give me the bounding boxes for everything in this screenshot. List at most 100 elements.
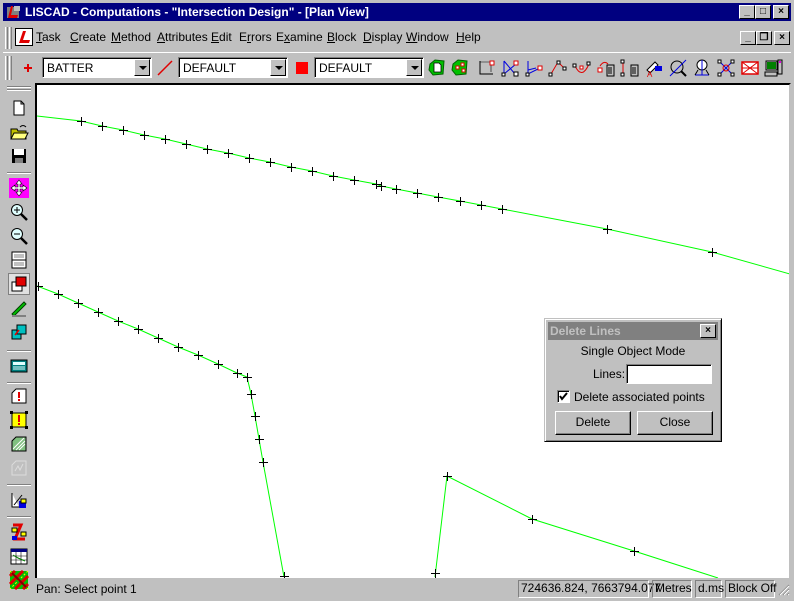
survey-point-marker[interactable] — [392, 185, 401, 194]
menu-display[interactable]: Display — [363, 30, 402, 44]
survey-point-marker[interactable] — [194, 351, 203, 360]
survey-point-marker[interactable] — [134, 325, 143, 334]
survey-point-marker[interactable] — [603, 225, 612, 234]
survey-point-marker[interactable] — [233, 369, 242, 378]
survey-point-marker[interactable] — [431, 569, 440, 578]
graph-icon[interactable] — [9, 546, 29, 566]
levels-icon[interactable] — [9, 522, 29, 542]
copy-objects-icon[interactable] — [9, 322, 29, 342]
survey-point-marker[interactable] — [259, 458, 268, 467]
mdi-close-button[interactable]: × — [774, 31, 790, 45]
line-style-select[interactable]: DEFAULT — [178, 57, 288, 78]
survey-point-marker[interactable] — [245, 154, 254, 163]
survey-point-marker[interactable] — [74, 299, 83, 308]
survey-point-marker[interactable] — [94, 308, 103, 317]
inverse-icon[interactable] — [692, 58, 712, 78]
survey-point-marker[interactable] — [243, 373, 252, 382]
survey-point-marker[interactable] — [477, 201, 486, 210]
design-tool-icon[interactable] — [9, 490, 29, 510]
error-icon[interactable] — [9, 386, 29, 406]
calculator-icon[interactable] — [9, 356, 29, 376]
survey-point-marker[interactable] — [443, 472, 452, 481]
dialog-close-button[interactable]: × — [700, 324, 716, 338]
delete-point-icon[interactable] — [596, 58, 616, 78]
save-icon[interactable] — [9, 146, 29, 166]
toolbar-grip[interactable] — [7, 89, 31, 91]
survey-point-marker[interactable] — [182, 140, 191, 149]
new-point-file-icon[interactable] — [427, 58, 447, 78]
survey-point-marker[interactable] — [456, 197, 465, 206]
toolbar-grip[interactable] — [5, 56, 8, 80]
road-edge-line-south[interactable] — [434, 475, 719, 578]
survey-point-marker[interactable] — [372, 180, 381, 189]
lines-input[interactable] — [626, 364, 712, 384]
computer-icon[interactable] — [764, 58, 784, 78]
menu-create[interactable]: Create — [70, 30, 106, 44]
survey-point-marker[interactable] — [203, 145, 212, 154]
survey-point-marker[interactable] — [161, 135, 170, 144]
survey-point-marker[interactable] — [154, 334, 163, 343]
pan-icon[interactable] — [9, 178, 29, 198]
survey-point-marker[interactable] — [251, 412, 260, 421]
delete-button[interactable]: Delete — [555, 411, 631, 435]
toolbar-grip[interactable] — [9, 56, 12, 80]
menu-block[interactable]: Block — [327, 30, 356, 44]
menu-method[interactable]: Method — [111, 30, 151, 44]
survey-point-marker[interactable] — [224, 149, 233, 158]
survey-point-marker[interactable] — [434, 193, 443, 202]
zoom-in-icon[interactable] — [9, 202, 29, 222]
survey-point-marker[interactable] — [280, 572, 289, 578]
survey-point-marker[interactable] — [708, 248, 717, 257]
chevron-down-icon[interactable] — [270, 59, 286, 76]
survey-point-marker[interactable] — [266, 158, 275, 167]
delete-all-icon[interactable] — [740, 58, 760, 78]
survey-point-marker[interactable] — [77, 117, 86, 126]
survey-point-marker[interactable] — [114, 317, 123, 326]
survey-point-marker[interactable] — [214, 360, 223, 369]
intersection-icon[interactable] — [500, 58, 520, 78]
survey-point-marker[interactable] — [247, 390, 256, 399]
point-code-select[interactable]: BATTER — [42, 57, 152, 78]
survey-point-marker[interactable] — [630, 547, 639, 556]
rectangle-icon[interactable] — [476, 58, 496, 78]
zoom-out-icon[interactable] — [9, 226, 29, 246]
delete-associated-points-checkbox[interactable] — [557, 390, 570, 403]
bearing-distance-icon[interactable] — [524, 58, 544, 78]
menu-edit[interactable]: Edit — [211, 30, 232, 44]
new-file-icon[interactable] — [9, 98, 29, 118]
liscad-logo-icon[interactable] — [15, 28, 33, 46]
point-select-icon[interactable] — [716, 58, 736, 78]
minimize-button[interactable]: _ — [739, 5, 755, 19]
survey-point-marker[interactable] — [98, 122, 107, 131]
arc-icon[interactable] — [572, 58, 592, 78]
menubar-grip[interactable] — [9, 27, 12, 49]
mdi-restore-button[interactable]: ❐ — [756, 31, 772, 45]
road-edge-line-north[interactable] — [37, 115, 790, 275]
survey-point-marker[interactable] — [140, 131, 149, 140]
dialog-title-bar[interactable]: Delete Lines × — [548, 322, 718, 340]
survey-point-marker[interactable] — [528, 515, 537, 524]
polyline-icon[interactable] — [548, 58, 568, 78]
survey-point-marker[interactable] — [287, 163, 296, 172]
hatch-icon[interactable] — [9, 434, 29, 454]
zoom-window-icon[interactable] — [9, 250, 29, 270]
resize-grip-icon[interactable] — [777, 583, 790, 596]
survey-point-marker[interactable] — [329, 172, 338, 181]
open-folder-icon[interactable] — [9, 122, 29, 142]
road-edge-line-west[interactable] — [37, 285, 285, 578]
query-icon[interactable] — [668, 58, 688, 78]
survey-point-marker[interactable] — [350, 176, 359, 185]
pencil-icon[interactable] — [9, 298, 29, 318]
menu-window[interactable]: Window — [406, 30, 449, 44]
survey-point-marker[interactable] — [413, 189, 422, 198]
survey-point-marker[interactable] — [377, 182, 386, 191]
survey-point-marker[interactable] — [54, 290, 63, 299]
delete-line-icon[interactable] — [620, 58, 640, 78]
menu-errors[interactable]: Errors — [239, 30, 272, 44]
survey-point-marker[interactable] — [255, 435, 264, 444]
maximize-button[interactable]: □ — [755, 5, 771, 19]
app-icon[interactable] — [6, 4, 22, 20]
menu-attributes[interactable]: Attributes — [157, 30, 208, 44]
mdi-minimize-button[interactable]: _ — [740, 31, 756, 45]
toolbar-grip[interactable] — [7, 86, 31, 88]
